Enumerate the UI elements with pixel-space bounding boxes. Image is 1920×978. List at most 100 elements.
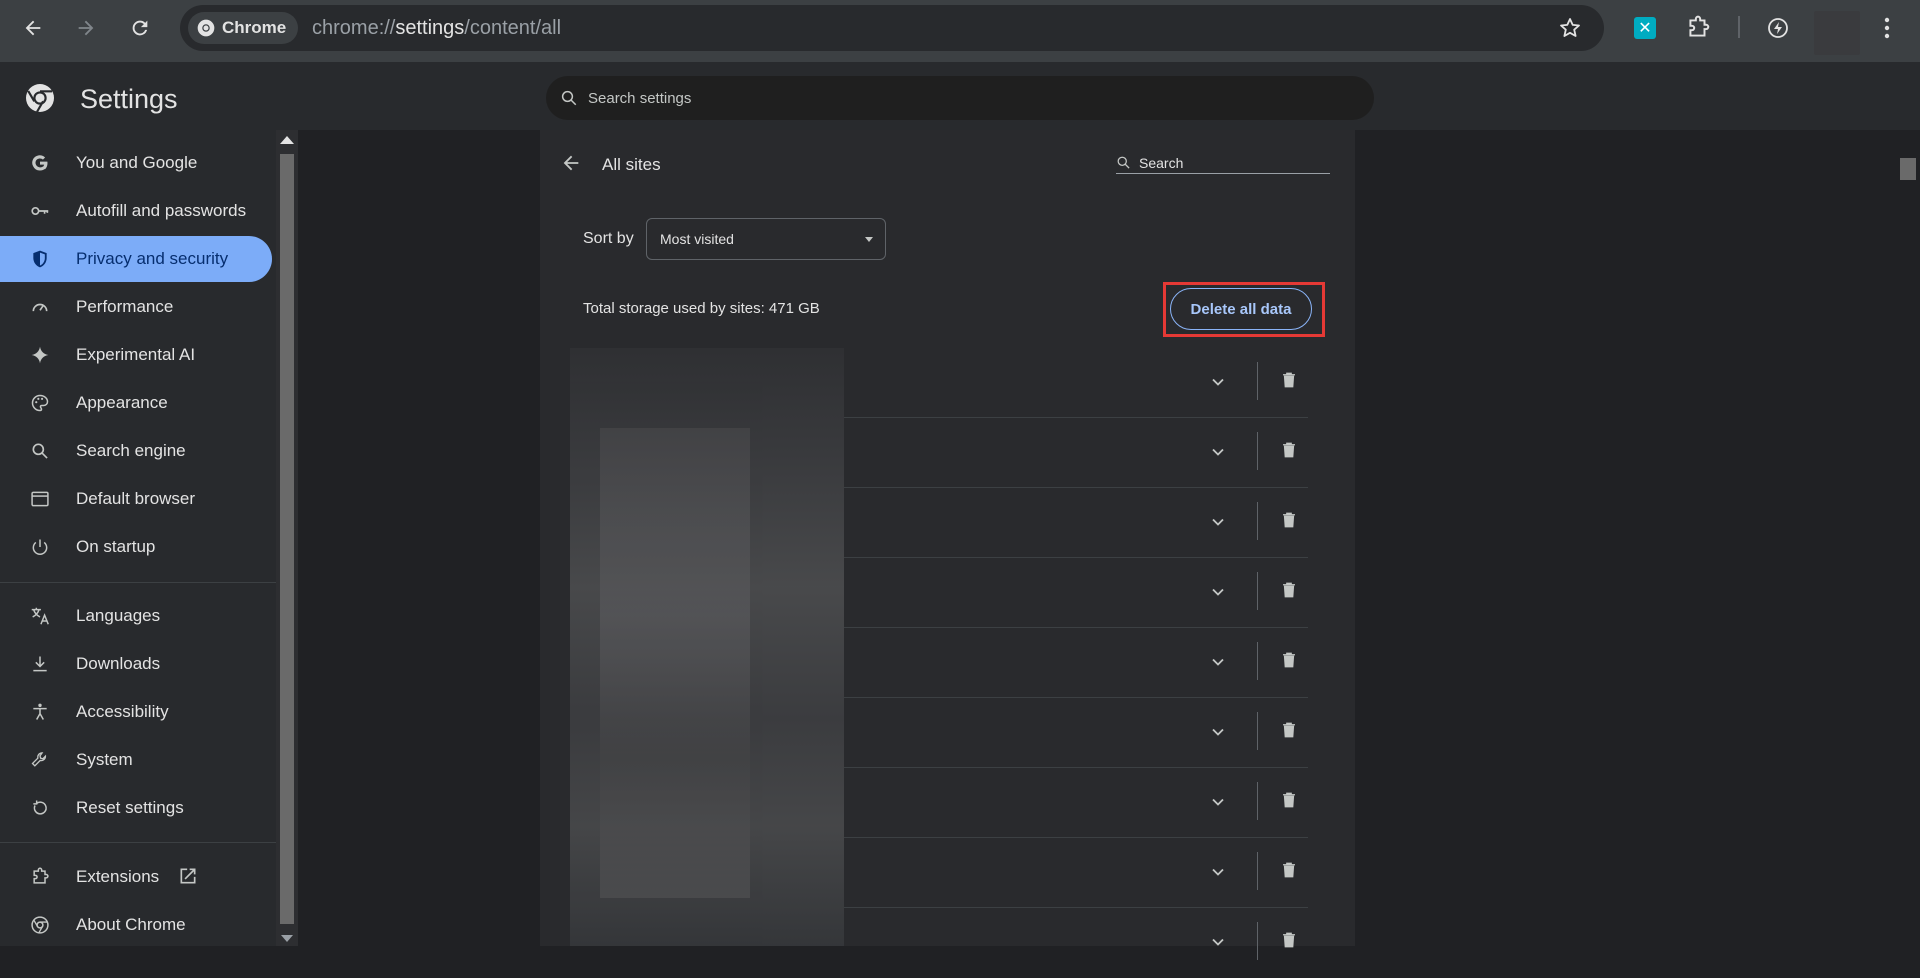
key-icon [28,199,52,223]
sort-by-value: Most visited [660,231,734,247]
sidebar-item-downloads[interactable]: Downloads [0,641,272,687]
sidebar-item-label: Search engine [76,441,186,460]
scroll-up-arrow-icon[interactable] [280,136,294,144]
row-separator [1257,922,1258,960]
accessibility-icon [28,700,52,724]
trash-icon[interactable] [1280,790,1298,815]
site-chip[interactable]: Chrome [188,12,299,44]
reload-icon [132,20,148,36]
trash-icon[interactable] [1280,720,1298,745]
row-separator [1257,362,1258,400]
chevron-down-icon[interactable] [1208,652,1228,677]
sidebar-item-performance[interactable]: Performance [0,284,272,330]
scroll-down-arrow-icon[interactable] [281,935,293,942]
chevron-down-icon[interactable] [1208,512,1228,537]
back-to-site-settings-button[interactable] [560,152,582,179]
sidebar-item-label: Languages [76,606,161,625]
extension-button[interactable]: ✕ [1628,11,1662,45]
sidebar-item-appearance[interactable]: Appearance [0,380,272,426]
sidebar-scrollbar-thumb[interactable] [280,154,294,924]
settings-search-input[interactable]: Search settings [546,76,1374,120]
site-row[interactable] [844,628,1308,698]
main-scrollbar-thumb[interactable] [1900,158,1916,180]
url-text[interactable]: chrome://settings/content/all [312,17,561,40]
sidebar-item-reset-settings[interactable]: Reset settings [0,785,272,831]
site-row[interactable] [844,908,1308,978]
chevron-down-icon[interactable] [1208,862,1228,887]
puzzle-icon [1689,15,1710,37]
chrome-menu-button[interactable] [1870,11,1904,45]
sidebar-item-label: About Chrome [76,915,186,934]
trash-icon[interactable] [1280,930,1298,955]
sidebar-item-you-and-google[interactable]: You and Google [0,140,272,186]
sidebar-divider [0,842,276,843]
trash-icon[interactable] [1280,860,1298,885]
search-icon [561,90,577,106]
extensions-icon [28,865,52,889]
site-chip-label: Chrome [222,18,287,37]
extensions-menu-button[interactable] [1681,11,1715,45]
arrow-right-icon [78,20,94,36]
section-title: All sites [602,155,661,174]
page-title: Settings [80,84,178,114]
site-row[interactable] [844,418,1308,488]
sidebar-item-label: On startup [76,537,156,556]
browser-window-icon [28,487,52,511]
chevron-down-icon[interactable] [1208,442,1228,467]
chevron-down-icon[interactable] [1208,372,1228,397]
bookmark-star-button[interactable] [1553,11,1587,45]
url-scheme: chrome:// [312,17,396,39]
row-separator [1257,502,1258,540]
trash-icon[interactable] [1280,580,1298,605]
sidebar-item-languages[interactable]: Languages [0,593,272,639]
sidebar-item-search-engine[interactable]: Search engine [0,428,272,474]
sparkle-icon [28,343,52,367]
site-row[interactable] [844,698,1308,768]
site-search-input[interactable]: Search [1116,152,1330,174]
chrome-logo-icon [197,19,215,37]
chevron-down-icon[interactable] [1208,932,1228,957]
site-row[interactable] [844,488,1308,558]
sidebar-item-label: System [76,750,133,769]
sidebar-item-on-startup[interactable]: On startup [0,524,272,570]
sidebar-item-default-browser[interactable]: Default browser [0,476,272,522]
sidebar-item-extensions[interactable]: Extensions [0,854,272,900]
trash-icon[interactable] [1280,440,1298,465]
site-row[interactable] [844,558,1308,628]
arrow-left-icon [25,20,41,36]
back-button[interactable] [16,11,50,45]
sidebar-item-about-chrome[interactable]: About Chrome [0,902,272,948]
sidebar-item-privacy[interactable]: Privacy and security [0,236,272,282]
reload-button[interactable] [123,11,157,45]
sidebar-divider [0,582,276,583]
forward-button[interactable] [69,11,103,45]
sidebar-item-autofill[interactable]: Autofill and passwords [0,188,272,234]
sort-by-select[interactable]: Most visited [646,218,886,260]
sidebar-scrollbar[interactable] [276,130,298,946]
sidebar-item-experimental-ai[interactable]: Experimental AI [0,332,272,378]
sidebar-item-accessibility[interactable]: Accessibility [0,689,272,735]
sidebar-item-label: Privacy and security [76,249,229,268]
open-in-new-icon [178,866,198,891]
performance-button[interactable] [1761,11,1795,45]
site-row[interactable] [844,348,1308,418]
chevron-down-icon[interactable] [1208,722,1228,747]
row-separator [1257,712,1258,750]
sidebar-item-system[interactable]: System [0,737,272,783]
delete-all-data-button[interactable]: Delete all data [1170,288,1312,330]
shield-icon [28,247,52,271]
chevron-down-icon[interactable] [1208,792,1228,817]
site-row[interactable] [844,838,1308,908]
profile-avatar[interactable] [1814,11,1860,55]
main-scrollbar[interactable] [1896,130,1920,946]
search-icon [28,439,52,463]
address-bar[interactable]: Chrome chrome://settings/content/all [180,5,1604,51]
trash-icon[interactable] [1280,650,1298,675]
trash-icon[interactable] [1280,510,1298,535]
site-search-placeholder: Search [1139,154,1184,171]
sidebar-item-label: You and Google [76,153,198,172]
trash-icon[interactable] [1280,370,1298,395]
chevron-down-icon[interactable] [1208,582,1228,607]
sidebar-item-label: Autofill and passwords [76,201,247,220]
site-row[interactable] [844,768,1308,838]
